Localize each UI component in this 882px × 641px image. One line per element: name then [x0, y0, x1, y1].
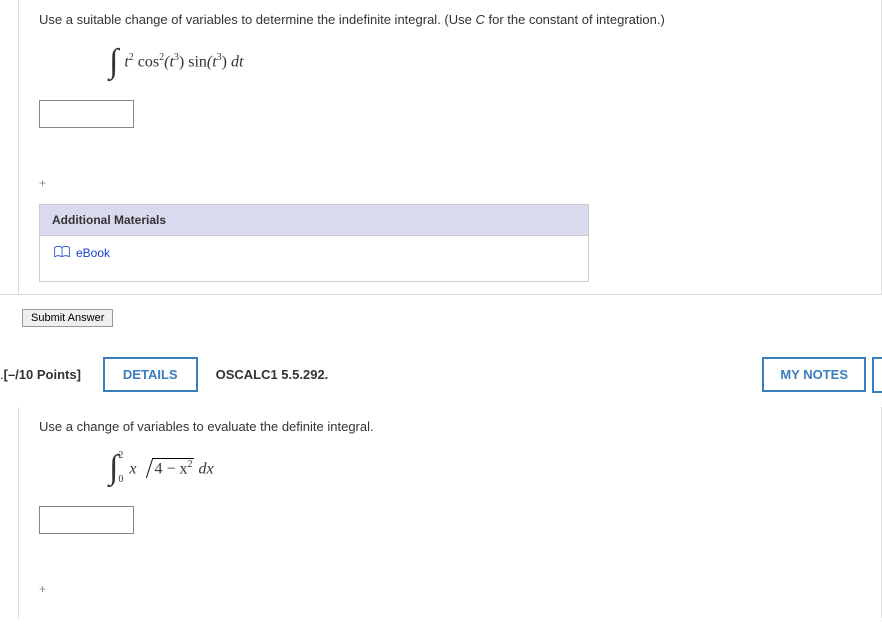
integral-limits: 2 0	[118, 451, 123, 485]
materials-body: eBook	[40, 236, 588, 281]
details-button[interactable]: DETAILS	[103, 357, 198, 392]
ebook-link[interactable]: eBook	[54, 246, 110, 261]
sup2: 2	[129, 52, 134, 63]
integral-symbol-2: ∫	[109, 454, 118, 481]
book-icon	[54, 246, 70, 261]
paren-t: (t	[164, 53, 174, 70]
q1-answer-input[interactable]	[39, 100, 134, 128]
ebook-label: eBook	[76, 246, 110, 260]
dt: dt	[231, 53, 243, 70]
question-2: Use a change of variables to evaluate th…	[18, 407, 882, 619]
q2-math: ∫ 2 0 x 4 − x2 dx	[39, 444, 861, 494]
additional-materials: Additional Materials eBook	[39, 204, 589, 282]
question-2-header: . [–/10 Points] DETAILS OSCALC1 5.5.292.…	[0, 337, 882, 407]
q1-prompt-var: C	[475, 12, 484, 27]
paren-t2: (t	[207, 53, 217, 70]
submit-button[interactable]: Submit Answer	[22, 309, 113, 327]
q1-expr: t2 cos2(t3) sin(t3) dt	[124, 52, 243, 71]
next-button-edge[interactable]	[872, 357, 882, 393]
integral-symbol: ∫	[109, 48, 118, 75]
materials-header: Additional Materials	[40, 205, 588, 236]
q2-points: [–/10 Points]	[4, 367, 81, 382]
sup2c: 2	[187, 459, 192, 470]
upper-limit: 2	[118, 451, 123, 461]
lower-limit: 0	[118, 475, 123, 485]
q2-expand-plus[interactable]: +	[39, 582, 46, 596]
q1-math: ∫ t2 cos2(t3) sin(t3) dt	[39, 38, 861, 88]
q2-answer-input[interactable]	[39, 506, 134, 534]
cos: cos	[138, 53, 159, 70]
q2-expr: x 4 − x2 dx	[129, 458, 213, 478]
sin: sin	[188, 53, 207, 70]
dx: dx	[198, 460, 213, 477]
var-x: x	[129, 460, 136, 477]
q1-expand-plus[interactable]: +	[39, 176, 46, 190]
submit-row: Submit Answer	[0, 294, 882, 337]
radicand: 4 − x	[154, 460, 187, 477]
close2: )	[222, 53, 227, 70]
q2-prompt: Use a change of variables to evaluate th…	[39, 407, 861, 445]
sqrt: 4 − x2	[152, 458, 194, 478]
my-notes-button[interactable]: MY NOTES	[762, 357, 866, 392]
q1-prompt-tail: for the constant of integration.)	[485, 12, 665, 27]
question-1: Use a suitable change of variables to de…	[18, 0, 882, 294]
close1: )	[179, 53, 184, 70]
q1-prompt-text: Use a suitable change of variables to de…	[39, 12, 475, 27]
q2-source: OSCALC1 5.5.292.	[216, 367, 329, 382]
q1-prompt: Use a suitable change of variables to de…	[39, 0, 861, 38]
